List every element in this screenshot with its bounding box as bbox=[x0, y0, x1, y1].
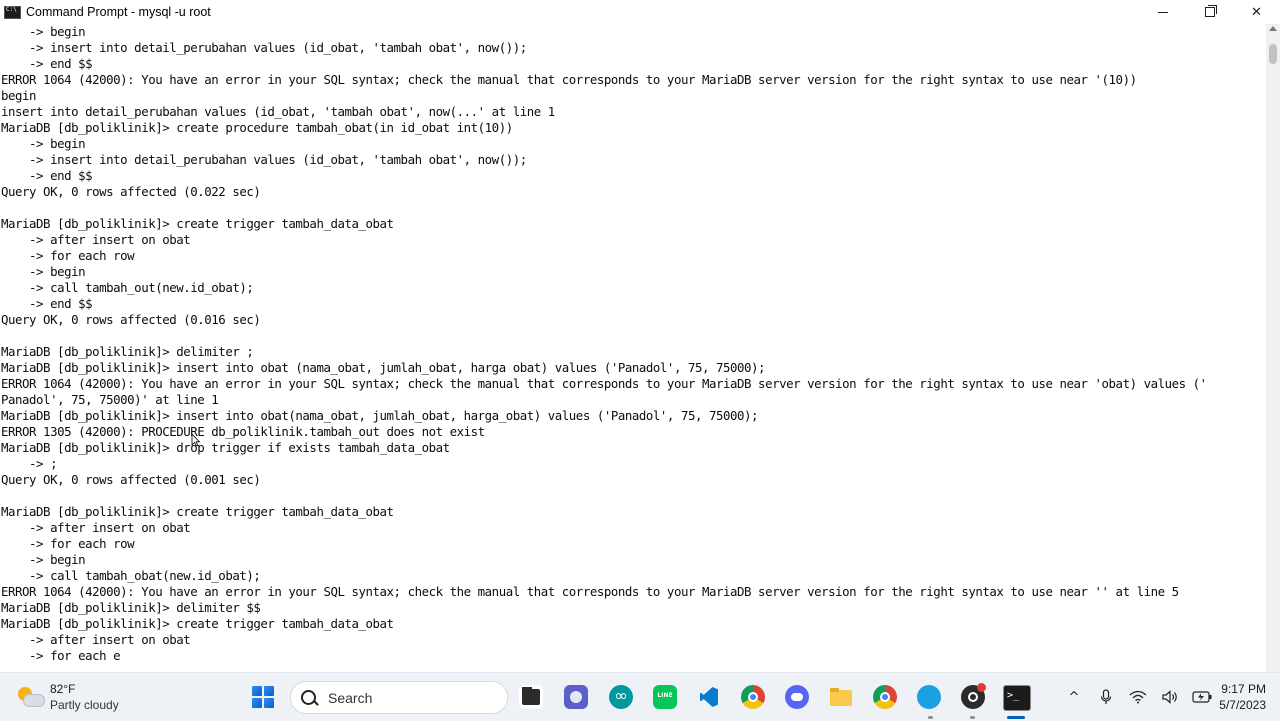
arduino-icon[interactable] bbox=[609, 685, 633, 709]
console-line: -> end $$ bbox=[1, 56, 93, 71]
restore-button[interactable] bbox=[1186, 0, 1233, 24]
console-line: Query OK, 0 rows affected (0.001 sec) bbox=[1, 472, 261, 487]
console-line: -> begin bbox=[1, 24, 86, 39]
window-title: Command Prompt - mysql -u root bbox=[26, 5, 211, 19]
clock-date: 5/7/2023 bbox=[1219, 698, 1266, 712]
chevron-up-icon[interactable]: ^ bbox=[1064, 687, 1084, 707]
vscode-icon[interactable] bbox=[697, 685, 721, 709]
discord-icon[interactable] bbox=[785, 685, 809, 709]
console-line: -> for each row bbox=[1, 248, 135, 263]
close-icon: ✕ bbox=[1251, 4, 1262, 19]
close-button[interactable]: ✕ bbox=[1233, 0, 1280, 24]
chrome-icon[interactable] bbox=[741, 685, 765, 709]
console-line: -> begin bbox=[1, 136, 86, 151]
console-output[interactable]: -> begin -> insert into detail_perubahan… bbox=[0, 24, 1266, 672]
console-line: begin bbox=[1, 88, 37, 103]
console-line: MariaDB [db_poliklinik]> delimiter ; bbox=[1, 344, 254, 359]
mouse-cursor-icon bbox=[191, 433, 201, 447]
console-line: ERROR 1064 (42000): You have an error in… bbox=[1, 376, 1207, 391]
console-line: -> insert into detail_perubahan values (… bbox=[1, 152, 527, 167]
active-app-indicator bbox=[1007, 716, 1025, 719]
console-line: -> begin bbox=[1, 552, 86, 567]
console-line: Query OK, 0 rows affected (0.016 sec) bbox=[1, 312, 261, 327]
window-controls: ✕ bbox=[1139, 0, 1280, 24]
weather-widget[interactable]: 82°F Partly cloudy bbox=[16, 681, 119, 713]
search-label: Search bbox=[328, 689, 373, 706]
console-line: MariaDB [db_poliklinik]> create trigger … bbox=[1, 616, 394, 631]
console-line: MariaDB [db_poliklinik]> delimiter $$ bbox=[1, 600, 261, 615]
console-line: -> after insert on obat bbox=[1, 232, 191, 247]
wifi-icon[interactable] bbox=[1128, 687, 1148, 707]
weather-description: Partly cloudy bbox=[50, 698, 119, 712]
console-line: -> end $$ bbox=[1, 168, 93, 183]
console-line: -> call tambah_out(new.id_obat); bbox=[1, 280, 254, 295]
scrollbar-thumb[interactable] bbox=[1269, 44, 1277, 64]
windows-logo-icon bbox=[252, 686, 262, 696]
taskbar-search[interactable]: Search bbox=[290, 681, 508, 714]
teams-icon[interactable] bbox=[564, 685, 588, 709]
console-line: MariaDB [db_poliklinik]> drop trigger if… bbox=[1, 440, 450, 455]
clock-time: 9:17 PM bbox=[1221, 682, 1266, 696]
partly-cloudy-icon bbox=[16, 685, 45, 709]
minimize-icon bbox=[1157, 11, 1168, 13]
system-clock[interactable]: 9:17 PM 5/7/2023 bbox=[1208, 681, 1266, 713]
console-line: insert into detail_perubahan values (id_… bbox=[1, 104, 555, 119]
console-line: -> for each row bbox=[1, 536, 135, 551]
start-button[interactable] bbox=[252, 686, 274, 708]
restore-icon bbox=[1204, 5, 1217, 17]
console-line: MariaDB [db_poliklinik]> create trigger … bbox=[1, 216, 394, 231]
title-bar: Command Prompt - mysql -u root ✕ bbox=[0, 0, 1280, 24]
console-line: MariaDB [db_poliklinik]> insert into oba… bbox=[1, 408, 759, 423]
command-prompt-taskbar-icon[interactable] bbox=[1003, 685, 1031, 711]
line-icon[interactable] bbox=[653, 685, 677, 709]
console-line: -> after insert on obat bbox=[1, 520, 191, 535]
search-icon bbox=[301, 690, 316, 705]
vertical-scrollbar[interactable] bbox=[1266, 24, 1280, 672]
minimize-button[interactable] bbox=[1139, 0, 1186, 24]
console-line: -> begin bbox=[1, 264, 86, 279]
scroll-up-arrow-icon[interactable] bbox=[1269, 26, 1277, 31]
chrome-profile-icon[interactable] bbox=[873, 685, 897, 709]
app-icon[interactable] bbox=[917, 685, 941, 709]
console-line: -> for each e bbox=[1, 648, 121, 663]
weather-temperature: 82°F bbox=[50, 682, 76, 696]
console-line: Panadol', 75, 75000)' at line 1 bbox=[1, 392, 219, 407]
system-tray: ^ bbox=[1064, 685, 1224, 709]
console-line: MariaDB [db_poliklinik]> create procedur… bbox=[1, 120, 513, 135]
console-line: -> call tambah_obat(new.id_obat); bbox=[1, 568, 261, 583]
console-line: Query OK, 0 rows affected (0.022 sec) bbox=[1, 184, 261, 199]
console-line: -> ; bbox=[1, 456, 58, 471]
console-line: MariaDB [db_poliklinik]> create trigger … bbox=[1, 504, 394, 519]
running-app-indicator bbox=[970, 716, 975, 719]
folder-icon[interactable] bbox=[829, 685, 853, 709]
console-line: -> end $$ bbox=[1, 296, 93, 311]
volume-icon[interactable] bbox=[1160, 687, 1180, 707]
console-line: ERROR 1305 (42000): PROCEDURE db_polikli… bbox=[1, 424, 485, 439]
console-line: ERROR 1064 (42000): You have an error in… bbox=[1, 72, 1137, 87]
recording-indicator-icon bbox=[977, 683, 986, 692]
console-line: -> after insert on obat bbox=[1, 632, 191, 647]
command-prompt-icon bbox=[4, 5, 21, 19]
microphone-icon[interactable] bbox=[1096, 687, 1116, 707]
running-app-indicator bbox=[928, 716, 933, 719]
console-line: MariaDB [db_poliklinik]> insert into oba… bbox=[1, 360, 766, 375]
taskbar: 82°F Partly cloudy Search ^ bbox=[0, 672, 1280, 721]
file-explorer-icon[interactable] bbox=[519, 685, 543, 709]
console-line: -> insert into detail_perubahan values (… bbox=[1, 40, 527, 55]
console-line: ERROR 1064 (42000): You have an error in… bbox=[1, 584, 1179, 599]
